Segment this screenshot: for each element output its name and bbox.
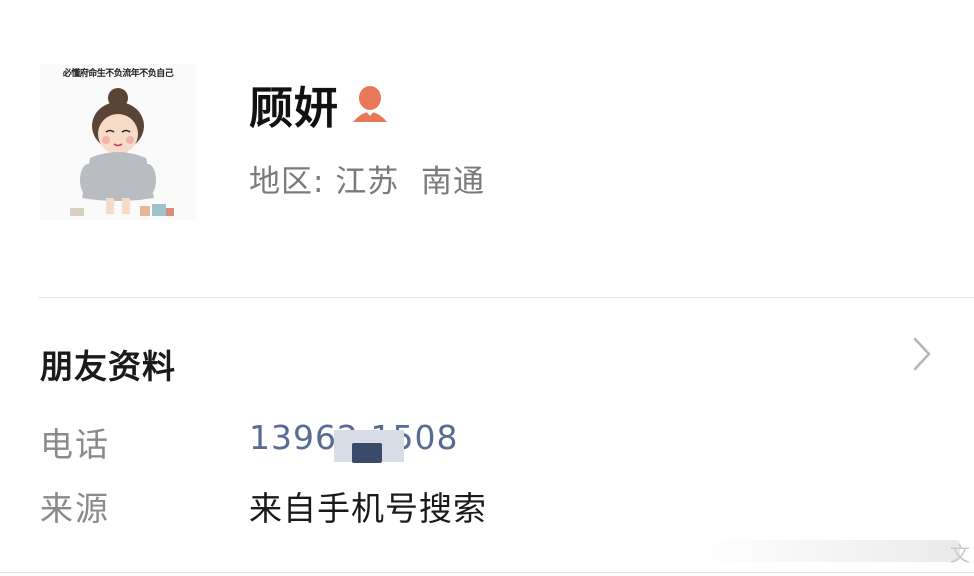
phone-label: 电话: [40, 425, 110, 464]
chevron-right-icon[interactable]: [910, 335, 934, 373]
section-title[interactable]: 朋友资料: [40, 340, 176, 388]
divider: [38, 297, 974, 298]
watermark-blur: [700, 540, 960, 562]
avatar-illustration: [70, 88, 174, 216]
contact-name: 顾妍: [249, 83, 339, 134]
name-row: 顾妍: [249, 72, 389, 136]
region-value: 江苏 南通: [335, 164, 486, 200]
redaction-mask-dark: [352, 443, 382, 463]
source-label: 来源: [40, 489, 110, 528]
region-label: 地区:: [249, 164, 325, 200]
avatar[interactable]: 必懂府命生不负流年不负自己: [40, 64, 196, 220]
bottom-divider: [0, 572, 974, 573]
female-icon: [351, 84, 389, 124]
watermark-char: 文: [950, 542, 970, 566]
source-value: 来自手机号搜索: [249, 489, 487, 528]
region-text: 地区: 江苏 南通: [249, 156, 485, 201]
